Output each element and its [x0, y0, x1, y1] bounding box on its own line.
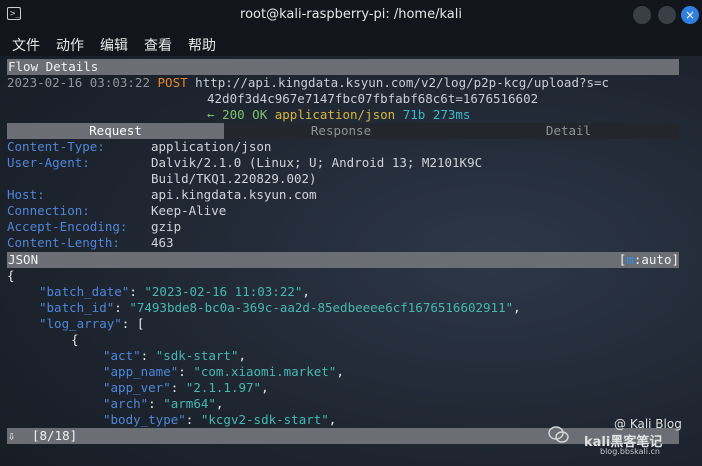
tab-response[interactable]: Response: [224, 123, 458, 139]
menu-file[interactable]: 文件: [12, 35, 40, 55]
header-row: User-Agent:: [7, 155, 90, 171]
header-row: Content-Type:: [7, 139, 105, 155]
menu-edit[interactable]: 编辑: [100, 35, 128, 55]
scroll-position: [8/18]: [32, 428, 78, 443]
flow-method: POST: [157, 75, 188, 90]
response-content-type: application/json: [274, 107, 396, 122]
json-line: {: [7, 268, 15, 283]
response-line: ← 200 OK application/json 71b 273ms: [207, 107, 470, 123]
json-line: "act": "sdk-start",: [103, 348, 247, 363]
header-value-continued: Build/TKQ1.220829.002): [151, 171, 317, 186]
title-bar[interactable]: >_ root@kali-raspberry-pi: /home/kali ×: [0, 0, 702, 30]
terminal-content[interactable]: Flow Details 2023-02-16 03:03:22 POST ht…: [0, 56, 702, 466]
watermark-url: blog.bbskali.cn: [600, 447, 660, 456]
json-line: {: [71, 332, 79, 347]
tab-request[interactable]: Request: [7, 123, 224, 139]
header-key: Connection:: [7, 203, 90, 218]
detail-tabs: Request Response Detail: [7, 123, 679, 139]
json-label: JSON: [8, 252, 39, 267]
json-line: "log_array": [: [39, 316, 145, 331]
header-row: Host:: [7, 187, 45, 203]
close-button[interactable]: ×: [681, 6, 699, 24]
response-size: 71b: [402, 107, 426, 122]
json-line: "arch": "arm64",: [103, 396, 224, 411]
tab-detail[interactable]: Detail: [458, 123, 679, 139]
json-line: "body_type": "kcgv2-sdk-start",: [103, 412, 337, 427]
terminal-window: >_ root@kali-raspberry-pi: /home/kali × …: [0, 0, 702, 466]
maximize-button[interactable]: [658, 6, 676, 24]
header-key: Host:: [7, 187, 45, 202]
flow-url: http://api.kingdata.ksyun.com/v2/log/p2p…: [195, 75, 610, 90]
wechat-icon: [548, 426, 569, 443]
json-line: "batch_id": "7493bde8-bc0a-369c-aa2d-85e…: [39, 300, 521, 315]
response-time: 273ms: [432, 107, 471, 122]
menu-help[interactable]: 帮助: [188, 35, 216, 55]
request-url-continued: 42d0f3d4c967e7147fbc07fbfabf68c6t=167651…: [207, 91, 539, 106]
response-status: 200 OK: [222, 107, 268, 122]
header-value: Dalvik/2.1.0 (Linux; U; Android 13; M210…: [151, 155, 483, 170]
header-value: gzip: [151, 219, 182, 234]
header-row: Accept-Encoding:: [7, 219, 127, 235]
header-key: Accept-Encoding:: [7, 219, 128, 234]
json-line: "app_ver": "2.1.1.97",: [103, 380, 269, 395]
window-title: root@kali-raspberry-pi: /home/kali: [240, 7, 462, 22]
close-icon: ×: [684, 8, 696, 22]
menu-view[interactable]: 查看: [144, 35, 172, 55]
header-key: Content-Length:: [7, 235, 120, 250]
header-value: api.kingdata.ksyun.com: [151, 187, 317, 202]
header-key: Content-Type:: [7, 139, 105, 154]
menu-action[interactable]: 动作: [56, 35, 84, 55]
header-value: Keep-Alive: [151, 203, 227, 218]
status-bar: ⇩ [8/18]: [7, 428, 679, 444]
watermark-handle: @ Kali Blog: [614, 417, 682, 431]
header-value: application/json: [151, 139, 272, 154]
header-key: User-Agent:: [7, 155, 90, 170]
json-line: "app_name": "com.xiaomi.market",: [103, 364, 344, 379]
view-mode-indicator[interactable]: [m:auto]: [619, 252, 679, 268]
minimize-button[interactable]: [633, 6, 651, 24]
scroll-down-icon: ⇩: [8, 428, 16, 443]
header-value: 463: [151, 235, 174, 250]
flow-timestamp: 2023-02-16 03:03:22: [7, 75, 150, 90]
json-line: "batch_date": "2023-02-16 11:03:22",: [39, 284, 310, 299]
flow-details-header: Flow Details: [7, 59, 679, 75]
response-arrow-icon: ←: [207, 107, 215, 122]
menu-bar: 文件 动作 编辑 查看 帮助: [0, 30, 702, 56]
header-row: Content-Length:: [7, 235, 120, 251]
header-row: Connection:: [7, 203, 90, 219]
json-view-header: JSON [m:auto]: [7, 252, 679, 268]
watermark: @ Kali Blog kali黑客笔记 blog.bbskali.cn: [584, 417, 702, 456]
request-line: 2023-02-16 03:03:22 POST http://api.king…: [7, 75, 609, 91]
